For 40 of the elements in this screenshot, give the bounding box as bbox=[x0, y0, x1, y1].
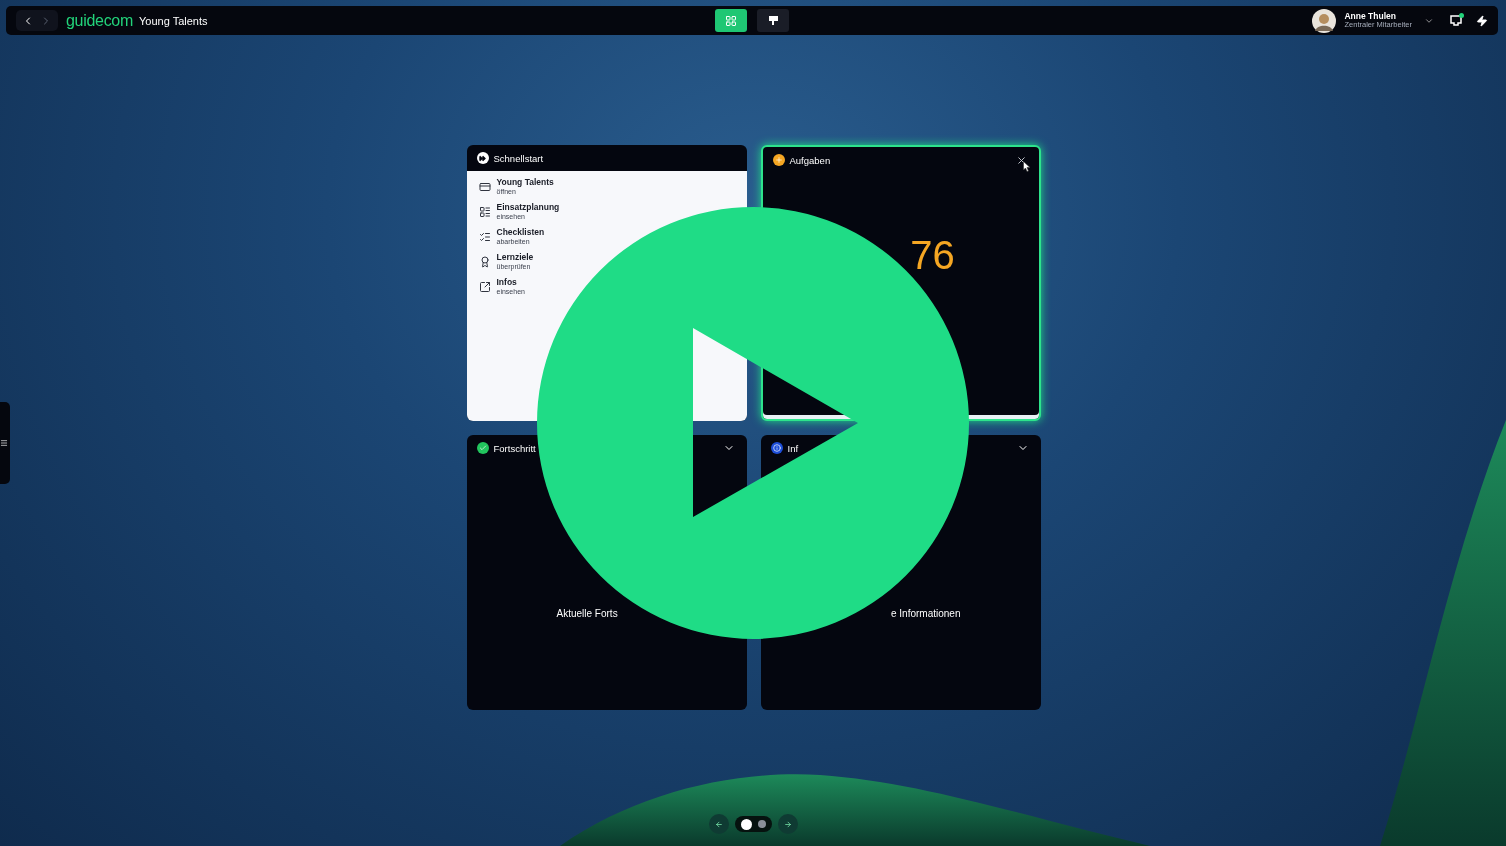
fast-forward-icon bbox=[476, 152, 489, 164]
card-message: e Informationen bbox=[891, 608, 961, 619]
drawer-handle[interactable] bbox=[0, 402, 10, 484]
cursor-icon bbox=[1022, 161, 1031, 172]
page-dot[interactable] bbox=[741, 818, 752, 830]
page-dot[interactable] bbox=[758, 820, 766, 828]
id-card-icon bbox=[478, 181, 491, 193]
arrow-left-icon bbox=[715, 819, 723, 829]
task-count: 76 bbox=[910, 235, 955, 275]
award-icon bbox=[478, 256, 491, 268]
card-title: Aufgaben bbox=[789, 154, 831, 166]
logo[interactable]: guidecom bbox=[66, 11, 133, 30]
item-title: Lernziele bbox=[496, 253, 534, 263]
notification-button[interactable] bbox=[1450, 15, 1462, 26]
avatar[interactable] bbox=[1312, 8, 1337, 33]
card-title: Schnellstart bbox=[493, 152, 544, 164]
flag-icon bbox=[767, 15, 779, 26]
pointer-button[interactable] bbox=[757, 9, 789, 32]
external-link-icon bbox=[478, 281, 491, 293]
app-title: Young Talents bbox=[139, 14, 208, 27]
item-title: Young Talents bbox=[496, 178, 554, 188]
check-icon bbox=[476, 442, 489, 454]
inbox-icon bbox=[1450, 15, 1462, 26]
item-title: Checklisten bbox=[496, 228, 545, 238]
checklist-icon bbox=[478, 231, 491, 243]
plus-icon bbox=[772, 154, 785, 166]
arrow-right-icon bbox=[784, 819, 792, 829]
menu-icon bbox=[0, 439, 8, 447]
grid-icon bbox=[725, 14, 737, 27]
bolt-button[interactable] bbox=[1476, 14, 1488, 27]
dashboard-button[interactable] bbox=[715, 9, 747, 32]
card-title: Fortschritt bbox=[493, 442, 536, 454]
layout-icon bbox=[478, 206, 491, 218]
card-message: Aktuelle Forts bbox=[556, 608, 618, 619]
user-name: Anne Thulen bbox=[1344, 12, 1397, 21]
info-icon bbox=[770, 442, 783, 454]
card-title: Inf bbox=[787, 442, 799, 454]
item-title: Infos bbox=[496, 278, 518, 288]
item-title: Einsatzplanung bbox=[496, 203, 560, 213]
bolt-icon bbox=[1476, 14, 1488, 27]
